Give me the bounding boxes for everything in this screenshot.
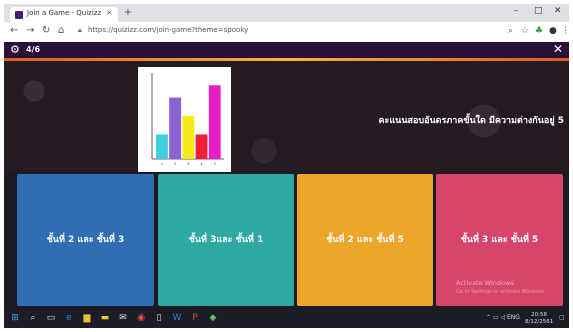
search-icon[interactable]: ⌕ — [28, 313, 38, 323]
notification-icon[interactable]: ▢ — [559, 314, 565, 321]
mail-icon[interactable]: ✉ — [118, 313, 128, 323]
clock[interactable]: 20:58 8/12/2561 — [525, 312, 553, 326]
game-header: ⚙ 4/6 ✕ — [4, 42, 569, 58]
lock-icon: 🔒︎ — [78, 26, 82, 34]
folder-icon[interactable]: ▬ — [100, 313, 110, 323]
x-tick-label: 1 — [161, 162, 163, 166]
chart-bar — [182, 116, 195, 159]
address-bar: ← → ↻ ⌂ 🔒︎ https://quizizz.com/join-game… — [4, 22, 569, 43]
activate-windows-subtitle: Go to Settings to activate Windows. — [456, 289, 546, 295]
x-tick-label: 4 — [200, 162, 203, 166]
question-counter: 4/6 — [26, 45, 41, 54]
url-field[interactable]: 🔒︎ https://quizizz.com/join-game?theme=s… — [78, 25, 508, 38]
new-tab-button[interactable]: + — [122, 7, 134, 19]
language-indicator[interactable]: ENG — [507, 314, 520, 321]
answer-option-2[interactable]: ชั้นที่ 3และ ชั้นที่ 1 — [158, 174, 294, 306]
chart-bar — [169, 97, 182, 159]
tab-close-icon[interactable]: × — [106, 8, 113, 17]
answer-label: ชั้นที่ 3และ ชั้นที่ 1 — [188, 235, 264, 245]
windows-taskbar: ⊞ ⌕ ▭ e ▆ ▬ ✉ ◉ ▯ W P ◆ ⌃ ▭ ◁ ENG 20:58 … — [4, 310, 569, 328]
word-icon[interactable]: W — [172, 313, 182, 323]
menu-dots-icon[interactable]: ⋮ — [561, 26, 569, 36]
tray-icons[interactable]: ⌃ ▭ ◁ — [486, 314, 505, 321]
gear-icon[interactable]: ⚙ — [10, 43, 20, 56]
answer-option-3[interactable]: ชั้นที่ 2 และ ชั้นที่ 5 — [297, 174, 433, 306]
browser-tab[interactable]: Join a Game - Quizizz × — [10, 7, 118, 22]
chrome-icon[interactable]: ◉ — [136, 313, 146, 323]
answer-option-1[interactable]: ชั้นที่ 2 และ ชั้นที่ 3 — [17, 174, 154, 306]
clock-date: 8/12/2561 — [525, 319, 554, 325]
bookmark-star-icon[interactable]: ☆ — [521, 26, 529, 36]
x-tick-label: 2 — [174, 162, 176, 166]
answer-label: ชั้นที่ 3 และ ชั้นที่ 5 — [460, 235, 539, 245]
bar-chart: 1 2 3 4 5 — [151, 73, 224, 166]
tab-title: Join a Game - Quizizz — [27, 9, 102, 17]
chart-bar — [195, 134, 208, 159]
question-chart-image: 1 2 3 4 5 — [138, 67, 231, 172]
forward-arrow-icon[interactable]: → — [26, 25, 34, 37]
app-icon[interactable]: ◆ — [208, 313, 218, 323]
back-arrow-icon[interactable]: ← — [10, 25, 18, 37]
answer-label: ชั้นที่ 2 และ ชั้นที่ 5 — [326, 235, 404, 245]
close-window-button[interactable]: ✕ — [554, 6, 562, 16]
x-tick-label: 5 — [214, 162, 216, 166]
extension-icon[interactable]: ♣ — [535, 26, 543, 36]
x-tick-label: 3 — [187, 162, 189, 166]
url-text: https://quizizz.com/join-game?theme=spoo… — [88, 26, 249, 34]
home-icon[interactable]: ⌂ — [58, 25, 64, 37]
document-icon[interactable]: ▯ — [154, 313, 164, 323]
reload-icon[interactable]: ↻ — [42, 25, 50, 37]
screen: Join a Game - Quizizz × + – □ ✕ ← → ↻ ⌂ … — [4, 4, 569, 328]
maximize-button[interactable]: □ — [534, 6, 543, 16]
answer-label: ชั้นที่ 2 และ ชั้นที่ 3 — [46, 235, 125, 245]
powerpoint-icon[interactable]: P — [190, 313, 200, 323]
quizizz-favicon-icon — [15, 11, 23, 19]
file-explorer-icon[interactable]: ▆ — [82, 313, 92, 323]
chart-bar — [208, 85, 221, 159]
windows-start-icon[interactable]: ⊞ — [10, 313, 20, 323]
close-icon[interactable]: ✕ — [553, 42, 563, 56]
profile-avatar-icon[interactable]: ● — [549, 26, 557, 36]
question-area: 1 2 3 4 5 คะแนนสอบอันดรภาคขั้นใด มีความต่างก… — [4, 61, 569, 172]
activate-windows-title: Activate Windows — [456, 279, 514, 287]
search-icon[interactable]: ⌕ — [508, 26, 513, 36]
edge-icon[interactable]: e — [64, 313, 74, 323]
minimize-button[interactable]: – — [514, 6, 519, 16]
browser-tab-bar: Join a Game - Quizizz × + – □ ✕ — [4, 4, 569, 22]
task-view-icon[interactable]: ▭ — [46, 313, 56, 323]
chart-bar — [156, 134, 168, 159]
clock-time: 20:58 — [531, 312, 548, 318]
question-text: คะแนนสอบอันดรภาคขั้นใด มีความต่างกันอยู่… — [378, 116, 564, 126]
